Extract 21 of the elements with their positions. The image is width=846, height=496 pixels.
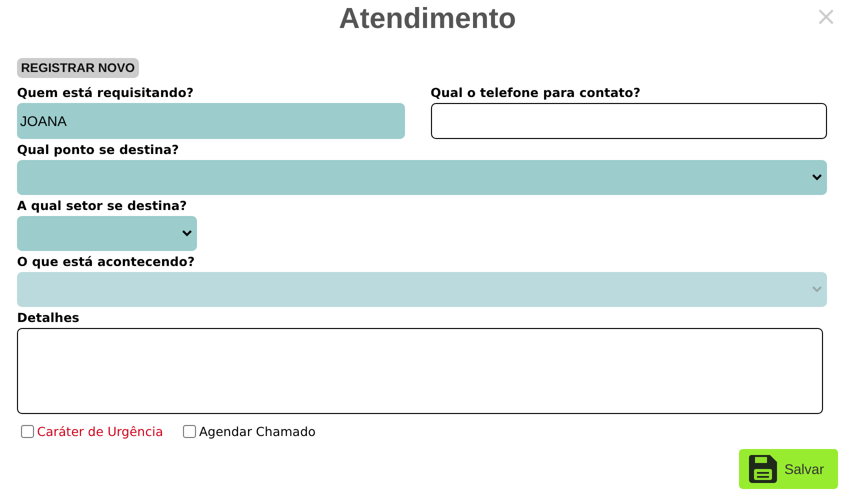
field-label: Detalhes: [17, 310, 80, 327]
details-textarea[interactable]: [17, 328, 823, 414]
field-label: Qual ponto se destina?: [17, 142, 180, 159]
dialog-title: Atendimento: [338, 2, 516, 37]
chevron-icon: [812, 174, 822, 181]
field-label: Quem está requisitando?: [17, 85, 195, 102]
chevron-icon: [812, 286, 822, 293]
checkbox-label: Agendar Chamado: [199, 424, 316, 439]
save-button[interactable]: Salvar: [739, 449, 838, 489]
field-label: Qual o telefone para contato?: [430, 85, 642, 102]
text-field[interactable]: [430, 103, 827, 139]
checkbox-label: Caráter de Urgência: [37, 424, 164, 439]
field-label: A qual setor se destina?: [17, 198, 188, 215]
chevron-icon: [182, 230, 192, 237]
checkbox[interactable]: [21, 425, 34, 438]
field-label: O que está acontecendo?: [17, 254, 196, 271]
dropdown-field[interactable]: [17, 160, 827, 195]
text-field[interactable]: JOANA: [17, 103, 405, 139]
register-new-button[interactable]: REGISTRAR NOVO: [17, 58, 139, 78]
checkbox[interactable]: [183, 425, 196, 438]
dropdown-field[interactable]: [17, 216, 197, 251]
